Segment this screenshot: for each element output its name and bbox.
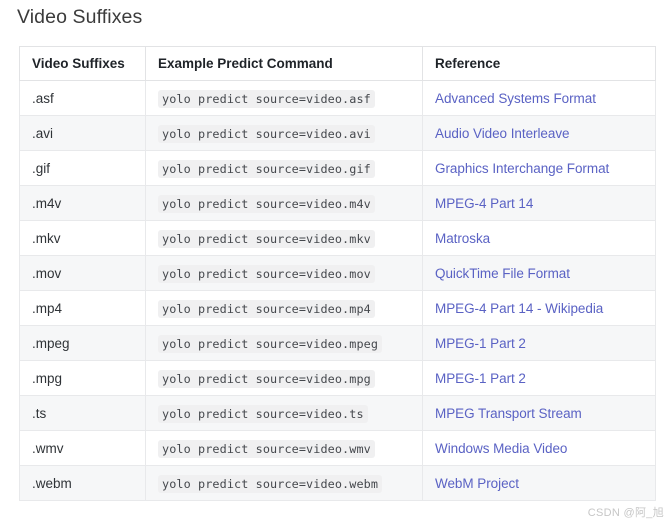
table-row: .mp4 yolo predict source=video.mp4 MPEG-4 … — [20, 291, 656, 326]
cell-video-suffix: .webm — [20, 466, 146, 501]
cell-example-predict-command: yolo predict source=video.ts — [146, 396, 423, 431]
cell-example-predict-command: yolo predict source=video.mov — [146, 256, 423, 291]
video-suffixes-table: Video Suffixes Example Predict Command R… — [19, 46, 656, 501]
cell-example-predict-command: yolo predict source=video.mkv — [146, 221, 423, 256]
cell-example-predict-command: yolo predict source=video.gif — [146, 151, 423, 186]
table-row: .mov yolo predict source=video.mov QuickTi… — [20, 256, 656, 291]
table-row: .avi yolo predict source=video.avi Audio V… — [20, 116, 656, 151]
table-header: Video Suffixes Example Predict Command R… — [20, 47, 656, 81]
video-suffixes-table-container: Video Suffixes Example Predict Command R… — [19, 46, 655, 501]
reference-link[interactable]: Graphics Interchange Format — [435, 161, 609, 176]
cell-reference: MPEG-1 Part 2 — [423, 361, 656, 396]
cell-reference: MPEG-1 Part 2 — [423, 326, 656, 361]
cell-reference: QuickTime File Format — [423, 256, 656, 291]
reference-link[interactable]: MPEG-4 Part 14 - Wikipedia — [435, 301, 603, 316]
reference-link[interactable]: MPEG Transport Stream — [435, 406, 582, 421]
cell-video-suffix: .ts — [20, 396, 146, 431]
cell-video-suffix: .mov — [20, 256, 146, 291]
column-header-reference: Reference — [423, 47, 656, 81]
table-row: .mpeg yolo predict source=video.mpeg MPEG-… — [20, 326, 656, 361]
table-row: .webm yolo predict source=video.webm WebM … — [20, 466, 656, 501]
cell-reference: Audio Video Interleave — [423, 116, 656, 151]
predict-command-code: yolo predict source=video.webm — [158, 475, 382, 493]
reference-link[interactable]: WebM Project — [435, 476, 519, 491]
watermark: CSDN @阿_旭 — [588, 504, 664, 520]
reference-link[interactable]: Audio Video Interleave — [435, 126, 570, 141]
cell-reference: MPEG-4 Part 14 — [423, 186, 656, 221]
cell-example-predict-command: yolo predict source=video.mp4 — [146, 291, 423, 326]
table-row: .asf yolo predict source=video.asf Advance… — [20, 81, 656, 116]
predict-command-code: yolo predict source=video.mov — [158, 265, 375, 283]
cell-reference: MPEG Transport Stream — [423, 396, 656, 431]
reference-link[interactable]: MPEG-4 Part 14 — [435, 196, 533, 211]
reference-link[interactable]: MPEG-1 Part 2 — [435, 371, 526, 386]
predict-command-code: yolo predict source=video.gif — [158, 160, 375, 178]
cell-example-predict-command: yolo predict source=video.m4v — [146, 186, 423, 221]
cell-example-predict-command: yolo predict source=video.webm — [146, 466, 423, 501]
cell-example-predict-command: yolo predict source=video.avi — [146, 116, 423, 151]
cell-reference: WebM Project — [423, 466, 656, 501]
cell-reference: Graphics Interchange Format — [423, 151, 656, 186]
cell-reference: MPEG-4 Part 14 - Wikipedia — [423, 291, 656, 326]
cell-video-suffix: .mp4 — [20, 291, 146, 326]
cell-video-suffix: .wmv — [20, 431, 146, 466]
table-row: .ts yolo predict source=video.ts MPEG Tran… — [20, 396, 656, 431]
table-body: .asf yolo predict source=video.asf Advance… — [20, 81, 656, 501]
table-row: .mpg yolo predict source=video.mpg MPEG-1 … — [20, 361, 656, 396]
predict-command-code: yolo predict source=video.wmv — [158, 440, 375, 458]
predict-command-code: yolo predict source=video.asf — [158, 90, 375, 108]
cell-video-suffix: .mpeg — [20, 326, 146, 361]
predict-command-code: yolo predict source=video.ts — [158, 405, 368, 423]
cell-video-suffix: .avi — [20, 116, 146, 151]
reference-link[interactable]: Matroska — [435, 231, 490, 246]
column-header-example-predict-command: Example Predict Command — [146, 47, 423, 81]
cell-example-predict-command: yolo predict source=video.mpg — [146, 361, 423, 396]
cell-example-predict-command: yolo predict source=video.wmv — [146, 431, 423, 466]
table-header-row: Video Suffixes Example Predict Command R… — [20, 47, 656, 81]
cell-video-suffix: .mpg — [20, 361, 146, 396]
table-row: .m4v yolo predict source=video.m4v MPEG-4 … — [20, 186, 656, 221]
predict-command-code: yolo predict source=video.mkv — [158, 230, 375, 248]
cell-video-suffix: .mkv — [20, 221, 146, 256]
cell-video-suffix: .m4v — [20, 186, 146, 221]
reference-link[interactable]: Advanced Systems Format — [435, 91, 596, 106]
reference-link[interactable]: Windows Media Video — [435, 441, 567, 456]
cell-reference: Matroska — [423, 221, 656, 256]
cell-reference: Windows Media Video — [423, 431, 656, 466]
predict-command-code: yolo predict source=video.mpeg — [158, 335, 382, 353]
cell-video-suffix: .gif — [20, 151, 146, 186]
predict-command-code: yolo predict source=video.mp4 — [158, 300, 375, 318]
cell-video-suffix: .asf — [20, 81, 146, 116]
cell-example-predict-command: yolo predict source=video.mpeg — [146, 326, 423, 361]
cell-reference: Advanced Systems Format — [423, 81, 656, 116]
page-title: Video Suffixes — [17, 2, 142, 32]
column-header-video-suffixes: Video Suffixes — [20, 47, 146, 81]
predict-command-code: yolo predict source=video.avi — [158, 125, 375, 143]
predict-command-code: yolo predict source=video.mpg — [158, 370, 375, 388]
cell-example-predict-command: yolo predict source=video.asf — [146, 81, 423, 116]
predict-command-code: yolo predict source=video.m4v — [158, 195, 375, 213]
table-row: .gif yolo predict source=video.gif Graphic… — [20, 151, 656, 186]
reference-link[interactable]: QuickTime File Format — [435, 266, 570, 281]
reference-link[interactable]: MPEG-1 Part 2 — [435, 336, 526, 351]
table-row: .mkv yolo predict source=video.mkv Matrosk… — [20, 221, 656, 256]
table-row: .wmv yolo predict source=video.wmv Windows… — [20, 431, 656, 466]
